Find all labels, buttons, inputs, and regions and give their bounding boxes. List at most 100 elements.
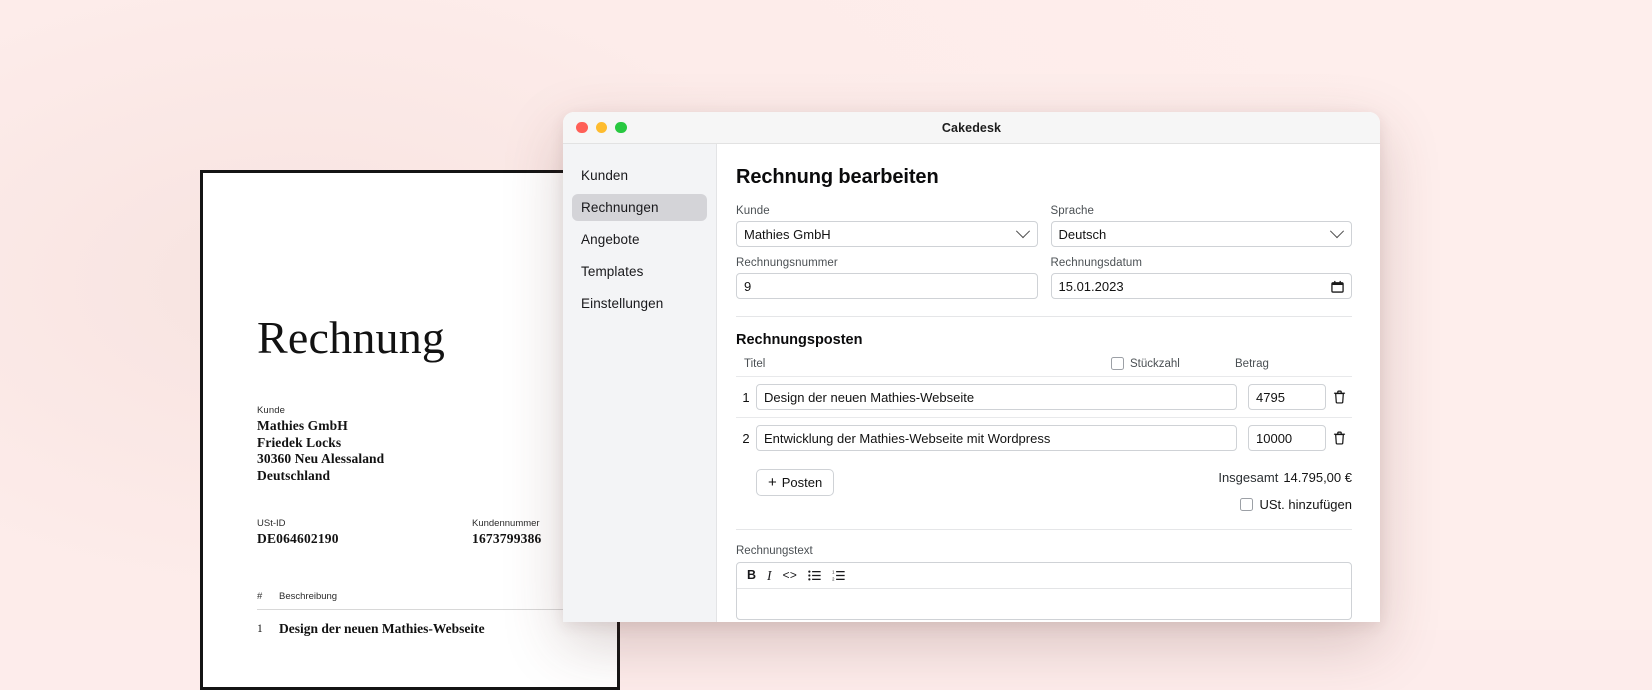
form-row-kunde-sprache: Kunde Mathies GmbH Sprache Deutsch	[736, 205, 1352, 247]
column-header-stueckzahl[interactable]: Stückzahl	[1111, 357, 1235, 370]
form-row-nummer-datum: Rechnungsnummer 9 Rechnungsdatum 15.01.2…	[736, 257, 1352, 299]
item-title-value: Design der neuen Mathies-Webseite	[764, 389, 975, 405]
rechnungstext-toolbar: B I <> 1 2	[737, 563, 1351, 589]
items-table-header: Titel Stückzahl Betrag	[736, 357, 1352, 376]
minimize-window-icon[interactable]	[595, 121, 607, 134]
trash-icon	[1333, 431, 1345, 445]
total-value: 14.795,00 €	[1283, 470, 1352, 485]
document-kunde-label: Kunde	[257, 405, 285, 416]
field-kunde-label: Kunde	[736, 205, 770, 217]
document-item-num: 1	[257, 623, 263, 635]
sprache-select-value: Deutsch	[1058, 226, 1107, 242]
kunde-select-value: Mathies GmbH	[744, 226, 831, 242]
add-posten-button[interactable]: + Posten	[756, 469, 835, 496]
rechnungstext-input[interactable]	[737, 589, 1351, 619]
delete-item-button[interactable]	[1326, 390, 1352, 404]
page-title: Rechnung bearbeiten	[736, 166, 939, 188]
document-item-desc: Design der neuen Mathies-Webseite	[279, 621, 485, 636]
window-body: Kunden Rechnungen Angebote Templates Ein…	[563, 144, 1380, 622]
sidebar-item-angebote[interactable]: Angebote	[572, 226, 707, 253]
document-items-col-desc: Beschreibung	[279, 591, 338, 602]
document-kundennummer-value: 1673799386	[472, 531, 542, 546]
item-amount-input[interactable]: 10000	[1248, 425, 1326, 451]
document-ustid-value: DE064602190	[257, 531, 339, 546]
rechnungsnummer-input[interactable]: 9	[736, 273, 1038, 299]
sidebar-item-kunden[interactable]: Kunden	[572, 162, 707, 189]
sidebar-item-rechnungen[interactable]: Rechnungen	[572, 194, 707, 221]
rechnungstext-editor[interactable]: B I <> 1 2	[736, 562, 1352, 620]
svg-text:2: 2	[832, 576, 835, 581]
item-title-input[interactable]: Entwicklung der Mathies-Webseite mit Wor…	[756, 425, 1237, 451]
bullet-list-icon[interactable]	[808, 570, 821, 581]
plus-icon: +	[768, 473, 777, 491]
field-kunde: Kunde Mathies GmbH	[736, 205, 1038, 247]
ust-toggle[interactable]: USt. hinzufügen	[1218, 497, 1352, 512]
calendar-icon[interactable]	[1331, 280, 1344, 293]
item-title-input[interactable]: Design der neuen Mathies-Webseite	[756, 384, 1237, 410]
total-line: Insgesamt 14.795,00 €	[1218, 470, 1352, 485]
column-header-stueckzahl-label: Stückzahl	[1130, 357, 1180, 370]
document-address-line: Mathies GmbH	[257, 418, 348, 433]
delete-item-button[interactable]	[1326, 431, 1352, 445]
item-amount-value: 10000	[1256, 430, 1293, 446]
item-amount-value: 4795	[1256, 389, 1285, 405]
numbered-list-icon[interactable]: 1 2	[832, 570, 845, 581]
document-meta-row: USt-ID DE064602190 Kundennummer 16737993…	[257, 518, 565, 547]
window-title: Cakedesk	[941, 120, 1002, 135]
window-titlebar[interactable]: Cakedesk	[563, 112, 1380, 144]
table-row: 1 Design der neuen Mathies-Webseite 4795	[736, 376, 1352, 417]
document-kundennummer-label: Kundennummer	[472, 518, 540, 529]
item-amount-input[interactable]: 4795	[1248, 384, 1326, 410]
code-icon[interactable]: <>	[783, 570, 797, 582]
document-title: Rechnung	[257, 312, 446, 363]
field-rechnungsdatum: Rechnungsdatum 15.01.2023	[1050, 257, 1352, 299]
document-item-row: 1 Design der neuen Mathies-Webseite	[257, 621, 565, 637]
field-sprache-label: Sprache	[1050, 205, 1095, 217]
rechnungsnummer-value: 9	[744, 278, 752, 294]
rechnungsposten-title: Rechnungsposten	[736, 332, 863, 348]
chevron-down-icon	[1015, 224, 1030, 239]
document-items-divider	[257, 609, 565, 610]
sidebar-item-templates[interactable]: Templates	[572, 258, 707, 285]
item-row-number: 1	[742, 389, 750, 405]
totals-row: + Posten Insgesamt 14.795,00 € USt. hinzu…	[736, 458, 1352, 512]
document-items-header: # Beschreibung	[257, 591, 565, 602]
rechnungsdatum-input[interactable]: 15.01.2023	[1050, 273, 1352, 299]
column-header-betrag: Betrag	[1235, 357, 1269, 370]
rechnungstext-label: Rechnungstext	[736, 545, 813, 557]
rechnungsdatum-value: 15.01.2023	[1058, 278, 1124, 294]
svg-text:1: 1	[832, 570, 835, 575]
ust-checkbox[interactable]	[1240, 498, 1254, 511]
field-rechnungsdatum-label: Rechnungsdatum	[1050, 257, 1143, 269]
document-address-line: Deutschland	[257, 467, 331, 483]
window-controls	[563, 121, 627, 134]
maximize-window-icon[interactable]	[615, 121, 627, 134]
chevron-down-icon	[1329, 224, 1345, 239]
app-window: Cakedesk Kunden Rechnungen Angebote Temp…	[563, 112, 1380, 622]
column-header-titel: Titel	[744, 357, 766, 370]
close-window-icon[interactable]	[576, 121, 588, 134]
sidebar: Kunden Rechnungen Angebote Templates Ein…	[563, 144, 717, 622]
bold-icon[interactable]: B	[747, 569, 756, 582]
sprache-select[interactable]: Deutsch	[1050, 221, 1352, 247]
stueckzahl-checkbox[interactable]	[1111, 357, 1124, 370]
table-row: 2 Entwicklung der Mathies-Webseite mit W…	[736, 417, 1352, 458]
total-label: Insgesamt	[1218, 470, 1279, 485]
section-divider	[736, 316, 1352, 317]
document-ustid-label: USt-ID	[257, 518, 286, 529]
item-title-value: Entwicklung der Mathies-Webseite mit Wor…	[764, 430, 1051, 446]
kunde-select[interactable]: Mathies GmbH	[736, 221, 1038, 247]
field-rechnungsnummer: Rechnungsnummer 9	[736, 257, 1038, 299]
italic-icon[interactable]: I	[767, 569, 772, 583]
field-sprache: Sprache Deutsch	[1050, 205, 1352, 247]
document-address-line: Friedek Locks	[257, 434, 342, 450]
invoice-document-preview: Rechnung Kunde Mathies GmbH Friedek Lock…	[200, 170, 620, 690]
trash-icon	[1333, 390, 1345, 404]
section-divider-bottom	[736, 529, 1352, 530]
totals-summary: Insgesamt 14.795,00 € USt. hinzufügen	[1218, 469, 1352, 512]
item-row-number: 2	[742, 430, 750, 446]
document-items-col-num: #	[257, 591, 263, 602]
main-content: Rechnung bearbeiten Kunde Mathies GmbH S…	[717, 144, 1380, 622]
field-rechnungsnummer-label: Rechnungsnummer	[736, 257, 838, 269]
sidebar-item-einstellungen[interactable]: Einstellungen	[572, 290, 707, 317]
